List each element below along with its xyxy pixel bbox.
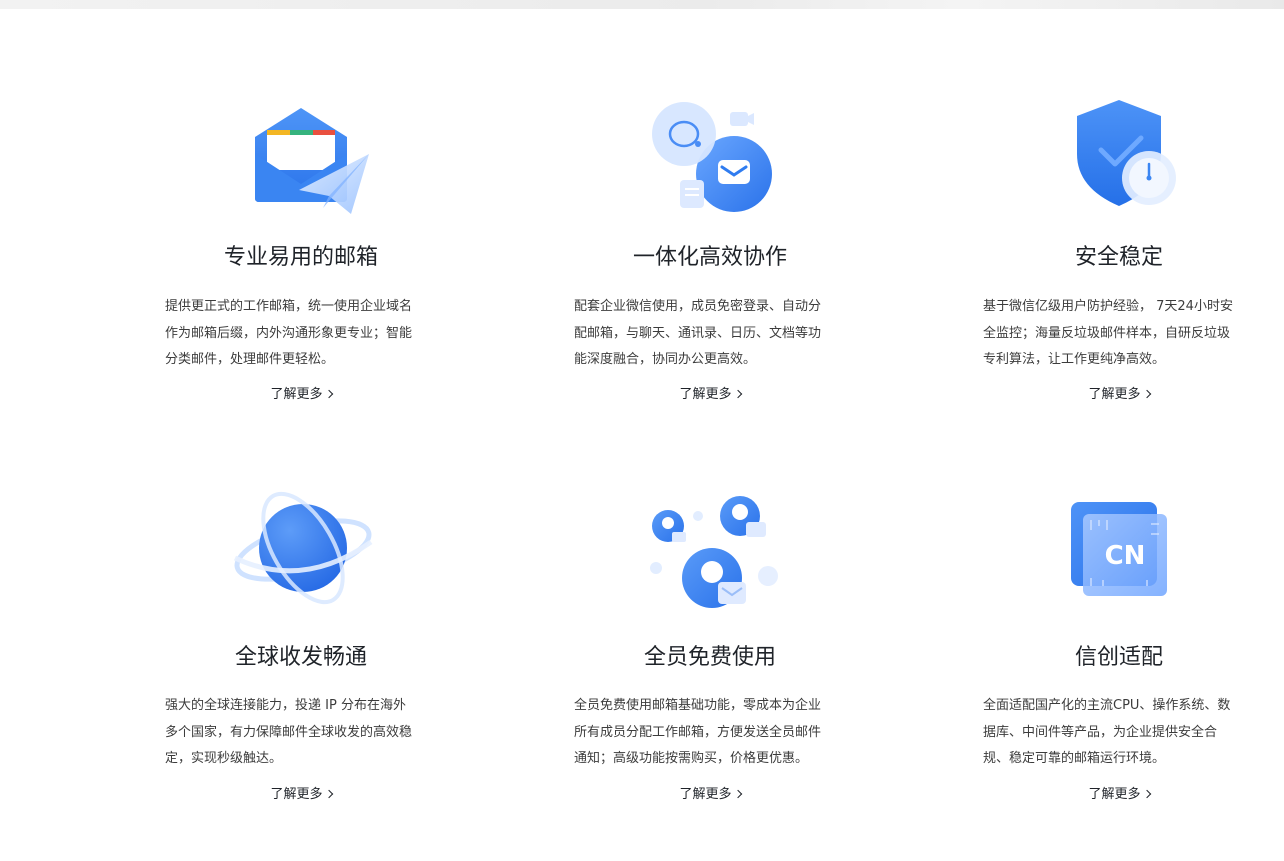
learn-more-label: 了解更多	[1088, 387, 1141, 402]
feature-description-line: 全面适配国产化的主流CPU、操作系统、数	[983, 698, 1231, 713]
learn-more-label: 了解更多	[679, 787, 732, 802]
chevron-right-icon	[733, 389, 742, 399]
feature-description-line: 基于微信亿级用户防护经验， 7天24小时安	[983, 299, 1233, 314]
learn-more-link[interactable]: 了解更多	[1049, 785, 1189, 805]
feature-title: 全员免费使用	[643, 645, 776, 670]
feature-description-line: 定，实现秒级触达。	[165, 751, 283, 766]
learn-more-link[interactable]: 了解更多	[231, 785, 371, 805]
feature-description-line: 通知；高级功能按需购买，价格更优惠。	[574, 751, 809, 766]
feature-description-line: 配邮箱，与聊天、通讯录、日历、文档等功	[574, 325, 822, 341]
feature-description-line: 全监控；海量反垃圾邮件样本，自研反垃圾	[983, 325, 1231, 341]
feature-description: 强大的全球连接能力，投递 IP 分布在海外 多个国家，有力保障邮件全球收发的高效…	[165, 693, 455, 773]
feature-grid: 专业易用的邮箱 提供更正式的工作邮箱，统一使用企业域名 作为邮箱后缀，内外沟通形…	[0, 0, 1284, 861]
chevron-right-icon	[733, 789, 742, 799]
feature-description-line: 据库、中间件等产品，为企业提供安全合	[983, 724, 1218, 740]
feature-title: 信创适配	[1074, 645, 1163, 670]
feature-description-line: 分类邮件，处理邮件更轻松。	[165, 352, 335, 367]
shield-clock-icon	[1051, 92, 1191, 222]
feature-description-line: 规、稳定可靠的邮箱运行环境。	[983, 751, 1166, 766]
cn-chip-icon: CN	[1051, 490, 1191, 620]
feature-description: 基于微信亿级用户防护经验， 7天24小时安 全监控；海量反垃圾邮件样本，自研反垃…	[983, 294, 1273, 374]
feature-description-line: 作为邮箱后缀，内外沟通形象更专业；智能	[165, 325, 413, 341]
learn-more-link[interactable]: 了解更多	[231, 385, 371, 405]
globe-orbit-icon	[233, 480, 373, 610]
learn-more-link[interactable]: 了解更多	[640, 385, 780, 405]
feature-description-line: 多个国家，有力保障邮件全球收发的高效稳	[165, 724, 413, 740]
feature-description: 全面适配国产化的主流CPU、操作系统、数 据库、中间件等产品，为企业提供安全合 …	[983, 693, 1273, 773]
feature-description: 提供更正式的工作邮箱，统一使用企业域名 作为邮箱后缀，内外沟通形象更专业；智能 …	[165, 294, 455, 374]
learn-more-label: 了解更多	[270, 787, 323, 802]
feature-description-line: 所有成员分配工作邮箱，方便发送全员邮件	[574, 724, 822, 740]
chat-mail-collaboration-icon	[642, 92, 782, 222]
learn-more-label: 了解更多	[270, 387, 323, 402]
chevron-right-icon	[1142, 789, 1151, 799]
learn-more-link[interactable]: 了解更多	[640, 785, 780, 805]
feature-description-line: 提供更正式的工作邮箱，统一使用企业域名	[165, 299, 413, 314]
envelope-paper-plane-icon	[233, 92, 373, 222]
feature-title: 专业易用的邮箱	[223, 245, 378, 270]
learn-more-label: 了解更多	[1088, 787, 1141, 802]
feature-description-line: 强大的全球连接能力，投递 IP 分布在海外	[165, 698, 406, 713]
feature-title: 全球收发畅通	[234, 645, 367, 670]
feature-description: 全员免费使用邮箱基础功能，零成本为企业 所有成员分配工作邮箱，方便发送全员邮件 …	[574, 693, 864, 773]
feature-description-line: 能深度融合，协同办公更高效。	[574, 352, 757, 367]
chip-label: CN	[1105, 541, 1146, 571]
chevron-right-icon	[324, 389, 333, 399]
chevron-right-icon	[324, 789, 333, 799]
learn-more-label: 了解更多	[679, 387, 732, 402]
feature-description-line: 专利算法，让工作更纯净高效。	[983, 352, 1166, 367]
feature-description-line: 全员免费使用邮箱基础功能，零成本为企业	[574, 698, 822, 713]
feature-description: 配套企业微信使用，成员免密登录、自动分 配邮箱，与聊天、通讯录、日历、文档等功 …	[574, 294, 864, 374]
users-mail-icon	[642, 490, 782, 620]
learn-more-link[interactable]: 了解更多	[1049, 385, 1189, 405]
feature-title: 安全稳定	[1074, 245, 1163, 270]
feature-description-line: 配套企业微信使用，成员免密登录、自动分	[574, 299, 822, 314]
chevron-right-icon	[1142, 389, 1151, 399]
feature-title: 一体化高效协作	[632, 245, 787, 270]
